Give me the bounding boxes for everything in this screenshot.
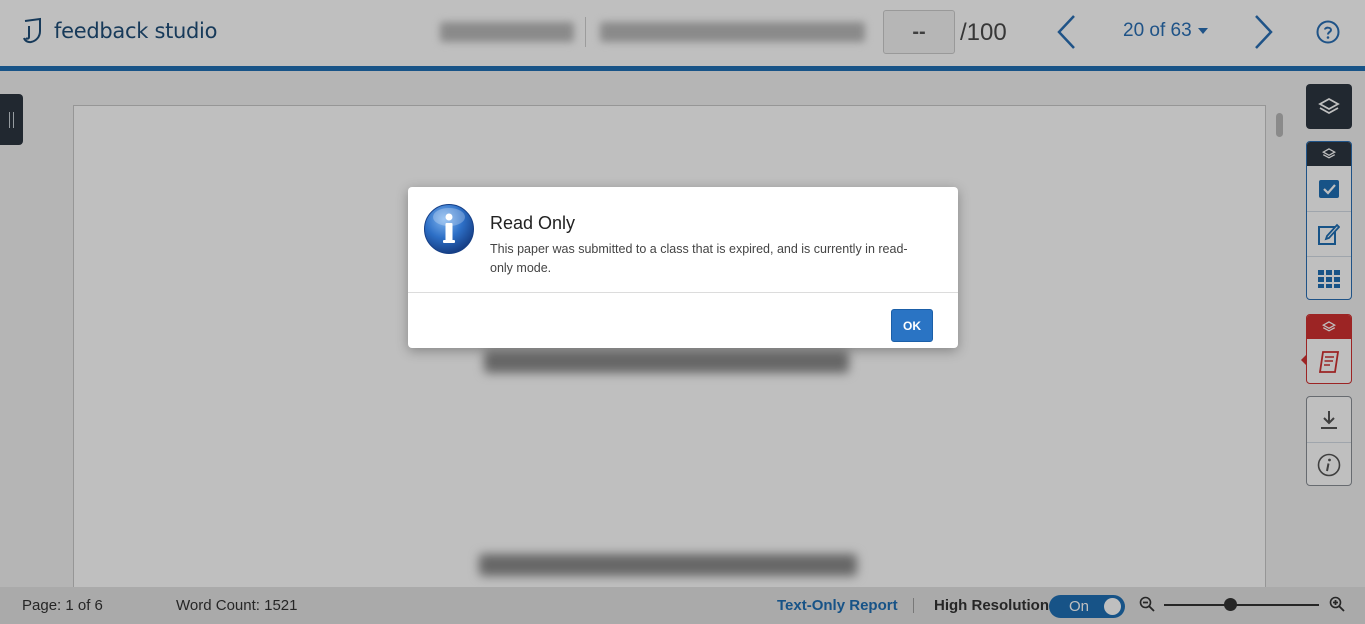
dialog-divider (408, 292, 958, 293)
dialog-title: Read Only (490, 213, 576, 233)
info-icon (423, 203, 475, 260)
read-only-dialog: Read Only This paper was submitted to a … (408, 187, 958, 348)
ok-button[interactable]: OK (891, 309, 933, 342)
dialog-message: This paper was submitted to a class that… (490, 242, 908, 275)
